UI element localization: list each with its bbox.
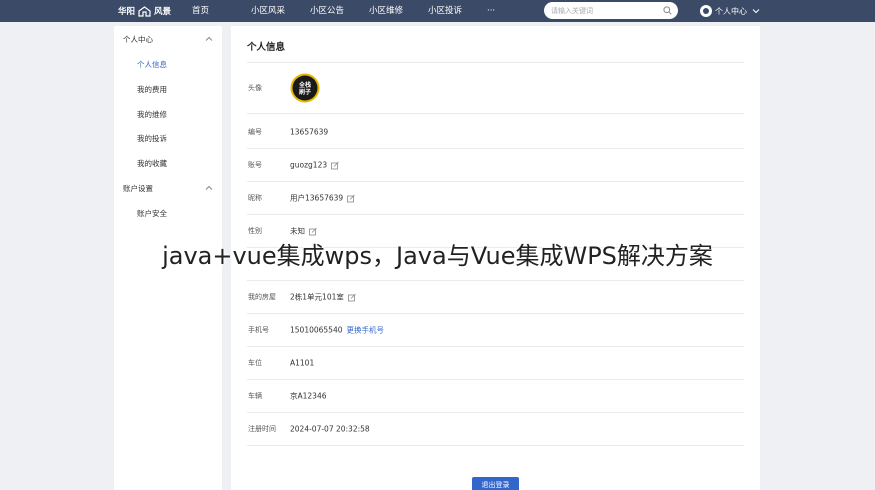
info-row-phone: 手机号 15010065540 更换手机号 — [247, 314, 744, 347]
user-id-value: 13657639 — [290, 127, 329, 137]
brand-name-2: 风景 — [154, 7, 172, 17]
row-value: 2栋1单元101室 — [290, 292, 356, 303]
row-label: 昵称 — [248, 194, 262, 202]
parking-value: A1101 — [290, 358, 315, 368]
row-label: 车位 — [248, 359, 262, 367]
row-label: 账号 — [248, 161, 262, 169]
nav-repairs[interactable]: 小区维修 — [369, 0, 403, 22]
row-value: 用户13657639 — [290, 193, 355, 204]
home-logo-icon — [138, 5, 151, 17]
top-nav-bar: 华阳 风景 首页 小区风采 小区公告 小区维修 小区投诉 ··· 个人中心 — [0, 0, 875, 22]
row-label: 注册时间 — [248, 425, 276, 433]
row-label: 车辆 — [248, 392, 262, 400]
house-value: 2栋1单元101室 — [290, 292, 344, 302]
row-label: 我的房屋 — [248, 293, 276, 301]
row-value: A1101 — [290, 359, 314, 368]
sidebar-item-fees[interactable]: 我的费用 — [137, 84, 167, 95]
brand[interactable]: 华阳 风景 — [118, 0, 171, 22]
avatar-badge-text-1: 全栈 — [298, 81, 311, 89]
registered-time-value: 2024-07-07 20:32:58 — [290, 424, 370, 434]
sidebar-item-complaints[interactable]: 我的投诉 — [137, 133, 167, 144]
row-value: 15010065540 更换手机号 — [290, 325, 384, 336]
user-avatar-icon — [700, 5, 712, 17]
user-menu[interactable]: 个人中心 — [700, 0, 760, 22]
avatar-badge-text-2: 刷子 — [299, 88, 311, 96]
avatar-label: 头像 — [248, 84, 262, 92]
overlay-caption: java+vue集成wps，Java与Vue集成WPS解决方案 — [162, 242, 713, 270]
phone-value: 15010065540 — [290, 325, 343, 335]
row-value: 京A12346 — [290, 391, 327, 402]
row-value: 13657639 — [290, 128, 328, 137]
edit-icon[interactable] — [347, 293, 356, 301]
info-row-id: 编号 13657639 — [247, 116, 744, 149]
info-row-registered: 注册时间 2024-07-07 20:32:58 — [247, 413, 744, 446]
info-row-parking: 车位 A1101 — [247, 347, 744, 380]
nav-community-style[interactable]: 小区风采 — [251, 0, 285, 22]
row-value: guozg123 — [290, 161, 339, 170]
row-label: 手机号 — [248, 326, 269, 334]
sidebar-group-personal-center[interactable]: 个人中心 — [123, 34, 153, 45]
nav-home[interactable]: 首页 — [192, 0, 209, 22]
edit-icon[interactable] — [331, 161, 339, 169]
avatar-wrapper: 全栈 刷子 — [290, 73, 320, 103]
avatar[interactable]: 全栈 刷子 — [290, 73, 320, 103]
sidebar-item-favorites[interactable]: 我的收藏 — [137, 158, 167, 169]
row-label: 性别 — [248, 227, 262, 235]
search-icon[interactable] — [663, 6, 672, 15]
page-title: 个人信息 — [247, 42, 286, 53]
nav-complaints[interactable]: 小区投诉 — [428, 0, 462, 22]
sidebar-item-profile[interactable]: 个人信息 — [137, 59, 167, 70]
info-row-account: 账号 guozg123 — [247, 149, 744, 182]
search-input[interactable] — [551, 4, 661, 17]
sidebar-item-account-security[interactable]: 账户安全 — [137, 208, 167, 219]
change-phone-link[interactable]: 更换手机号 — [347, 325, 385, 336]
row-label: 编号 — [248, 128, 262, 136]
sidebar-group-account-settings[interactable]: 账户设置 — [123, 183, 153, 194]
vehicle-value: 京A12346 — [290, 391, 327, 401]
edit-icon[interactable] — [309, 227, 317, 235]
nav-announcements[interactable]: 小区公告 — [310, 0, 344, 22]
user-menu-label: 个人中心 — [715, 6, 747, 16]
sidebar-item-repairs[interactable]: 我的维修 — [137, 109, 167, 120]
avatar-row: 头像 全栈 刷子 — [247, 63, 744, 114]
chevron-up-icon[interactable] — [205, 185, 213, 191]
account-value: guozg123 — [290, 160, 328, 170]
chevron-up-icon[interactable] — [205, 36, 213, 42]
chevron-down-icon — [752, 9, 760, 14]
gender-value: 未知 — [290, 226, 305, 236]
info-row-nickname: 昵称 用户13657639 — [247, 182, 744, 215]
row-value: 未知 — [290, 226, 317, 237]
logout-button[interactable]: 退出登录 — [472, 477, 519, 490]
nickname-value: 用户13657639 — [290, 193, 344, 203]
info-row-vehicle: 车辆 京A12346 — [247, 380, 744, 413]
brand-name: 华阳 — [118, 7, 136, 17]
row-value: 2024-07-07 20:32:58 — [290, 425, 370, 434]
info-row-house: 我的房屋 2栋1单元101室 — [247, 281, 744, 314]
nav-more[interactable]: ··· — [487, 0, 495, 22]
edit-icon[interactable] — [347, 194, 355, 202]
search-box — [544, 2, 678, 19]
